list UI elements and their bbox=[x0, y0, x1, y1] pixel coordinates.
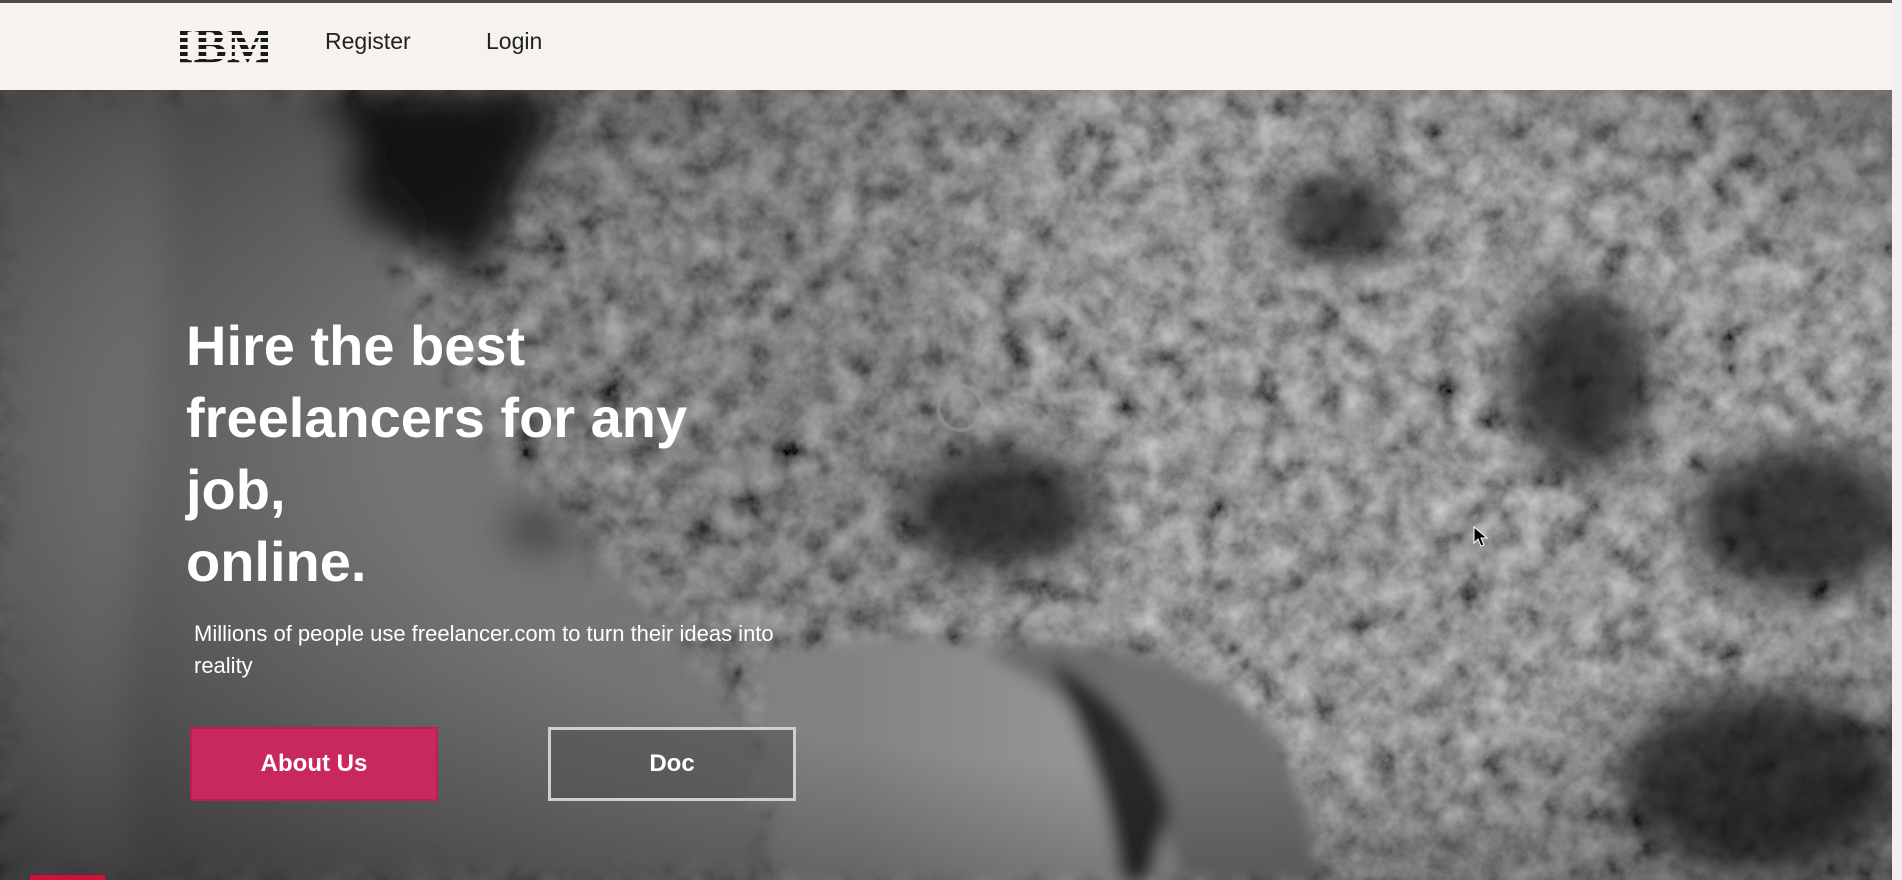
hero-title-line: job, bbox=[186, 458, 286, 521]
nav-login-link[interactable]: Login bbox=[486, 25, 542, 57]
nav-register-link[interactable]: Register bbox=[325, 25, 411, 57]
window-right-edge bbox=[1892, 0, 1902, 880]
video-progress-bar[interactable] bbox=[30, 875, 105, 880]
replay-5-seconds-icon[interactable]: 5 bbox=[930, 378, 990, 438]
page: IBM Register Login Hire the best freelan… bbox=[0, 0, 1902, 880]
ibm-logo[interactable]: IBM bbox=[180, 17, 268, 69]
mouse-pointer-icon bbox=[1473, 526, 1489, 547]
hero-title-line: freelancers for any bbox=[186, 386, 688, 449]
hero-subtitle: Millions of people use freelancer.com to… bbox=[194, 621, 774, 678]
hero-section: Hire the best freelancers for any job, o… bbox=[0, 90, 1902, 880]
svg-text:5: 5 bbox=[956, 402, 964, 418]
doc-button[interactable]: Doc bbox=[548, 727, 796, 801]
hero-title-line: online. bbox=[186, 530, 367, 593]
about-us-button[interactable]: About Us bbox=[190, 727, 438, 801]
top-navbar: IBM Register Login bbox=[0, 0, 1902, 90]
hero-title-line: Hire the best bbox=[186, 314, 526, 377]
ibm-logo-text: IBM bbox=[180, 17, 268, 69]
hero-title: Hire the best freelancers for any job, o… bbox=[186, 310, 806, 598]
